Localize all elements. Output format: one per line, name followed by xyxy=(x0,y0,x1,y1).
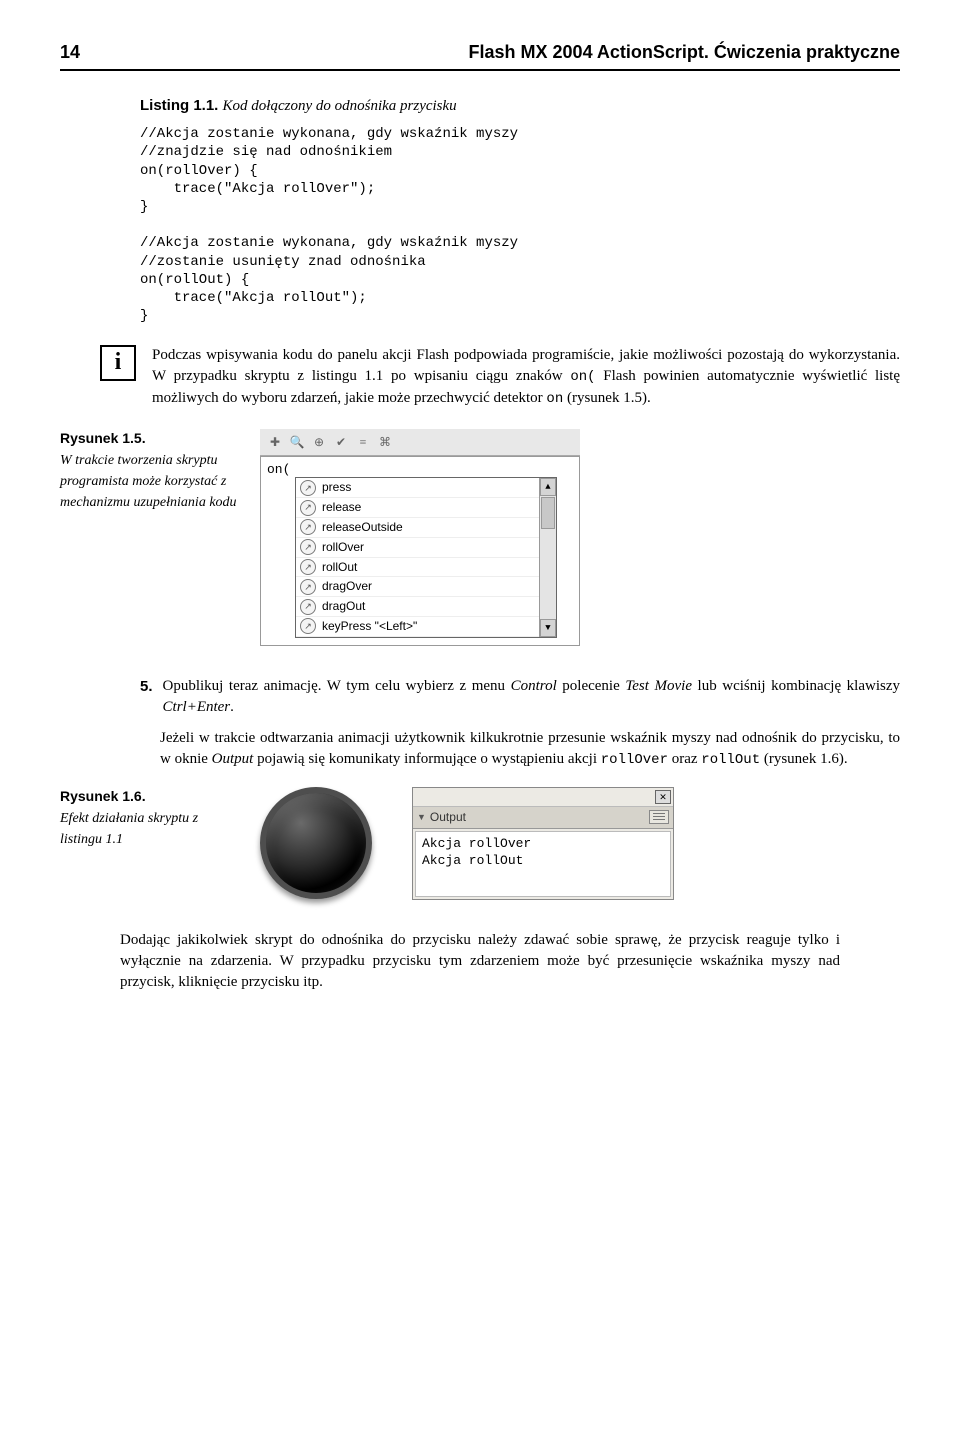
output-panel: ✕ ▼ Output Akcja rollOver Akcja rollOut xyxy=(412,787,674,900)
text-part: oraz xyxy=(668,751,701,767)
actions-toolbar: ✚ 🔍 ⊕ ✔ ≡ ⌘ xyxy=(260,429,580,456)
output-line: Akcja rollOver xyxy=(422,836,664,853)
figure-desc: W trakcie tworzenia skryptu programista … xyxy=(60,453,237,510)
dropdown-item-label: keyPress "<Left>" xyxy=(322,618,417,635)
inline-code: rollOver xyxy=(601,752,668,768)
text-part: pojawią się komunikaty informujące o wys… xyxy=(253,751,600,767)
listing-caption-text: Kod dołączony do odnośnika przycisku xyxy=(223,98,457,114)
dropdown-list: ↗ press ↗ release ↗ releaseOutside ↗ rollOve… xyxy=(296,478,539,636)
info-text: Podczas wpisywania kodu do panelu akcji … xyxy=(152,345,900,409)
hint-icon[interactable]: ⌘ xyxy=(376,433,394,451)
listing-block: Listing 1.1. Kod dołączony do odnośnika … xyxy=(140,95,900,325)
figure-label: Rysunek 1.5. xyxy=(60,430,146,446)
event-icon: ↗ xyxy=(300,500,316,516)
screenshot-output: ✕ ▼ Output Akcja rollOver Akcja rollOut xyxy=(260,787,674,900)
info-icon: i xyxy=(100,345,136,381)
panel-menu-icon[interactable] xyxy=(649,810,669,824)
format-icon[interactable]: ≡ xyxy=(354,433,372,451)
close-icon[interactable]: ✕ xyxy=(655,790,671,804)
dropdown-item-label: rollOver xyxy=(322,539,364,556)
output-tab[interactable]: ▼ Output xyxy=(417,809,466,826)
step-number: 5. xyxy=(140,676,153,718)
autocomplete-dropdown: ↗ press ↗ release ↗ releaseOutside ↗ rollOve… xyxy=(295,477,557,637)
text-part: (rysunek 1.6). xyxy=(760,751,847,767)
event-icon: ↗ xyxy=(300,559,316,575)
output-titlebar: ✕ xyxy=(413,788,673,807)
event-icon: ↗ xyxy=(300,539,316,555)
code-editor[interactable]: on( ↗ press ↗ release ↗ releaseOutside ↗ rol… xyxy=(260,456,580,646)
page-number: 14 xyxy=(60,40,80,65)
inline-code: rollOut xyxy=(701,752,760,768)
dropdown-item-label: dragOver xyxy=(322,578,372,595)
dropdown-item[interactable]: ↗ keyPress "<Left>" xyxy=(296,617,539,637)
event-icon: ↗ xyxy=(300,519,316,535)
figure-label: Rysunek 1.6. xyxy=(60,788,146,804)
inline-code: on xyxy=(546,391,563,407)
screenshot-autocomplete: ✚ 🔍 ⊕ ✔ ≡ ⌘ on( ↗ press ↗ release ↗ release… xyxy=(260,429,580,646)
dropdown-item-label: release xyxy=(322,499,361,516)
italic-term: Output xyxy=(212,751,254,767)
italic-term: Test Movie xyxy=(625,678,692,694)
output-line: Akcja rollOut xyxy=(422,853,664,870)
dropdown-item[interactable]: ↗ dragOut xyxy=(296,597,539,617)
text-part: polecenie xyxy=(557,678,626,694)
info-block: i Podczas wpisywania kodu do panelu akcj… xyxy=(100,345,900,409)
listing-caption: Listing 1.1. Kod dołączony do odnośnika … xyxy=(140,95,900,117)
event-icon: ↗ xyxy=(300,480,316,496)
scroll-thumb[interactable] xyxy=(541,497,555,529)
closing-paragraph: Dodając jakikolwiek skrypt do odnośnika … xyxy=(120,930,840,993)
target-icon[interactable]: ⊕ xyxy=(310,433,328,451)
scroll-up-button[interactable]: ▲ xyxy=(540,478,556,496)
dropdown-body: ↗ press ↗ release ↗ releaseOutside ↗ rollOve… xyxy=(296,478,556,636)
collapse-triangle-icon: ▼ xyxy=(417,811,426,824)
text-part: . xyxy=(230,699,234,715)
text-part: lub wciśnij kombinację klawiszy xyxy=(692,678,900,694)
figure-caption: Rysunek 1.6. Efekt działania skryptu z l… xyxy=(60,787,240,850)
step-text: Opublikuj teraz animację. W tym celu wyb… xyxy=(163,676,900,718)
dropdown-item[interactable]: ↗ rollOut xyxy=(296,558,539,578)
round-button-graphic[interactable] xyxy=(260,787,372,899)
inline-code: on( xyxy=(570,369,595,385)
dropdown-item-label: press xyxy=(322,479,351,496)
page-header: 14 Flash MX 2004 ActionScript. Ćwiczenia… xyxy=(60,40,900,71)
event-icon: ↗ xyxy=(300,599,316,615)
info-text-part: (rysunek 1.5). xyxy=(563,390,650,406)
add-icon[interactable]: ✚ xyxy=(266,433,284,451)
italic-term: Ctrl+Enter xyxy=(163,699,231,715)
output-body: Akcja rollOver Akcja rollOut xyxy=(415,831,671,897)
figure-1-5: Rysunek 1.5. W trakcie tworzenia skryptu… xyxy=(60,429,900,646)
dropdown-item[interactable]: ↗ releaseOutside xyxy=(296,518,539,538)
find-icon[interactable]: 🔍 xyxy=(288,433,306,451)
figure-caption: Rysunek 1.5. W trakcie tworzenia skryptu… xyxy=(60,429,240,513)
scroll-track[interactable] xyxy=(540,530,556,618)
dropdown-item[interactable]: ↗ rollOver xyxy=(296,538,539,558)
dropdown-item[interactable]: ↗ dragOver xyxy=(296,577,539,597)
dropdown-item-label: rollOut xyxy=(322,559,357,576)
figure-desc: Efekt działania skryptu z listingu 1.1 xyxy=(60,811,198,847)
step-5-followup: Jeżeli w trakcie odtwarzania animacji uż… xyxy=(160,728,900,771)
dropdown-item[interactable]: ↗ press xyxy=(296,478,539,498)
listing-code: //Akcja zostanie wykonana, gdy wskaźnik … xyxy=(140,125,900,325)
italic-term: Control xyxy=(511,678,557,694)
event-icon: ↗ xyxy=(300,618,316,634)
text-part: Opublikuj teraz animację. W tym celu wyb… xyxy=(163,678,511,694)
editor-text: on( xyxy=(267,462,290,477)
figure-1-6: Rysunek 1.6. Efekt działania skryptu z l… xyxy=(60,787,900,900)
dropdown-item[interactable]: ↗ release xyxy=(296,498,539,518)
dropdown-item-label: releaseOutside xyxy=(322,519,403,536)
dropdown-item-label: dragOut xyxy=(322,598,365,615)
step-5: 5. Opublikuj teraz animację. W tym celu … xyxy=(140,676,900,718)
listing-label: Listing 1.1. xyxy=(140,97,218,114)
output-tab-label: Output xyxy=(430,809,466,826)
dropdown-scrollbar[interactable]: ▲ ▼ xyxy=(539,478,556,636)
output-tabrow: ▼ Output xyxy=(413,807,673,829)
scroll-down-button[interactable]: ▼ xyxy=(540,619,556,637)
event-icon: ↗ xyxy=(300,579,316,595)
book-title: Flash MX 2004 ActionScript. Ćwiczenia pr… xyxy=(469,40,900,65)
check-icon[interactable]: ✔ xyxy=(332,433,350,451)
